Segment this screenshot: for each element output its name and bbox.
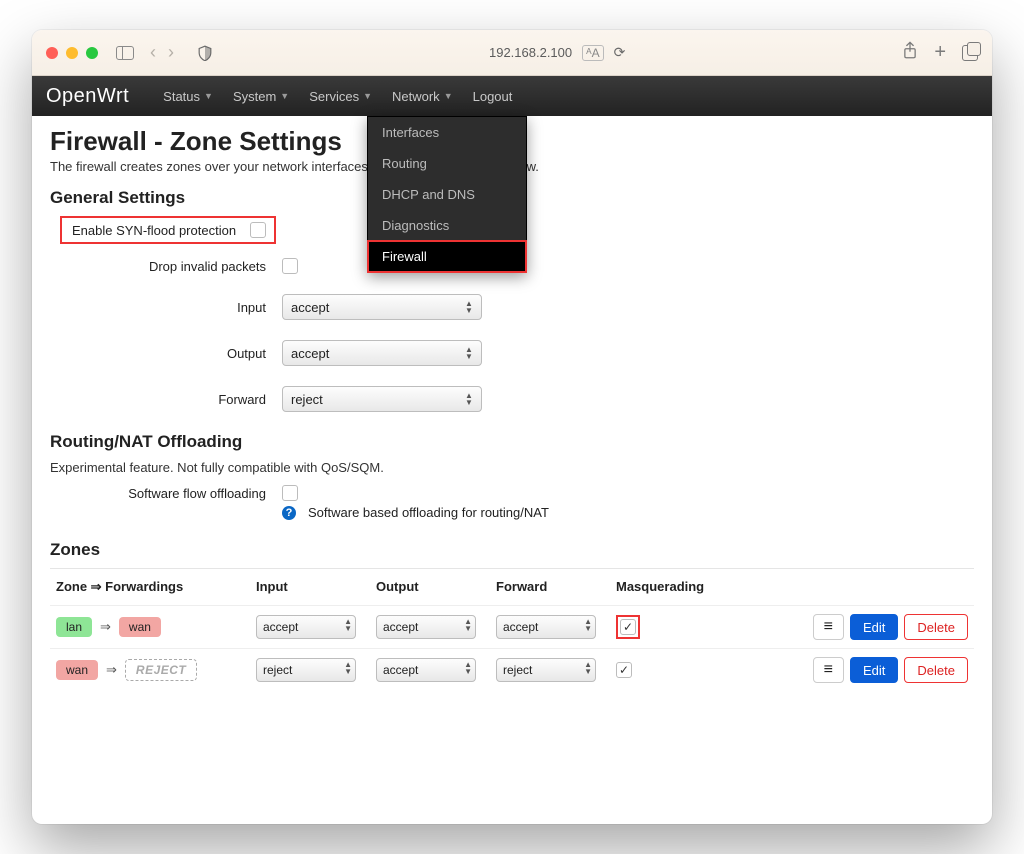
col-masq: Masquerading [616,579,726,595]
zone-output-select[interactable]: accept▲▼ [376,658,476,682]
col-input: Input [256,579,376,595]
select-arrows-icon: ▲▼ [461,298,477,316]
chevron-down-icon: ▼ [363,91,372,101]
address-bar[interactable]: 192.168.2.100 ᴬA ⟳ [220,44,894,61]
url-text: 192.168.2.100 [489,45,572,60]
output-select[interactable]: accept ▲▼ [282,340,482,366]
output-label: Output [50,346,282,361]
sfo-label: Software flow offloading [50,486,282,501]
share-icon[interactable] [902,41,918,64]
dropdown-routing[interactable]: Routing [368,148,526,179]
zone-input-select[interactable]: reject▲▼ [256,658,356,682]
select-arrows-icon: ▲▼ [584,661,592,675]
dropdown-dhcp-dns[interactable]: DHCP and DNS [368,179,526,210]
arrow-right-icon: ⇒ [106,662,117,678]
edit-button[interactable]: Edit [850,614,898,640]
dropdown-diagnostics[interactable]: Diagnostics [368,210,526,241]
masquerading-checkbox[interactable] [616,662,632,678]
syn-flood-checkbox[interactable] [250,222,266,238]
offload-sub: Experimental feature. Not fully compatib… [50,460,974,475]
traffic-lights [46,47,98,59]
dropdown-firewall[interactable]: Firewall [368,241,526,272]
col-forward: Forward [496,579,616,595]
reload-icon[interactable]: ⟳ [614,44,626,61]
drop-invalid-checkbox[interactable] [282,258,298,274]
forward-select-value: reject [291,392,323,407]
minimize-window-icon[interactable] [66,47,78,59]
info-icon: ? [282,506,296,520]
nav-system[interactable]: System▼ [223,76,299,116]
network-dropdown: Interfaces Routing DHCP and DNS Diagnost… [367,116,527,273]
masquerading-checkbox[interactable] [620,619,636,635]
chevron-down-icon: ▼ [444,91,453,101]
syn-flood-highlight: Enable SYN-flood protection [60,216,276,244]
forward-label: Forward [50,392,282,407]
chevron-down-icon: ▼ [204,91,213,101]
select-arrows-icon: ▲▼ [461,390,477,408]
col-output: Output [376,579,496,595]
zone-input-select[interactable]: accept▲▼ [256,615,356,639]
nav-services[interactable]: Services▼ [299,76,382,116]
select-arrows-icon: ▲▼ [461,344,477,362]
nav-arrows: ‹ › [150,42,174,63]
row-menu-button[interactable]: ≡ [813,657,844,683]
zones-table-header: Zone ⇒ Forwardings Input Output Forward … [50,569,974,605]
browser-chrome: ‹ › 192.168.2.100 ᴬA ⟳ + [32,30,992,76]
shield-icon[interactable] [198,45,212,61]
nav-logout[interactable]: Logout [463,76,523,116]
forward-select[interactable]: reject ▲▼ [282,386,482,412]
new-tab-icon[interactable]: + [934,41,946,64]
arrow-right-icon: ⇒ [100,619,111,635]
sidebar-toggle-icon[interactable] [116,46,134,60]
brand[interactable]: OpenWrt [46,85,129,108]
zone-from-tag: lan [56,617,92,637]
sfo-checkbox[interactable] [282,485,298,501]
zone-from-tag: wan [56,660,98,680]
syn-flood-label: Enable SYN-flood protection [66,223,250,238]
maximize-window-icon[interactable] [86,47,98,59]
chevron-down-icon: ▼ [280,91,289,101]
nav-status[interactable]: Status▼ [153,76,223,116]
browser-window: ‹ › 192.168.2.100 ᴬA ⟳ + OpenWrt Status▼… [32,30,992,824]
section-offload-heading: Routing/NAT Offloading [50,432,974,452]
table-row: wan ⇒ REJECT reject▲▼ accept▲▼ reject▲▼ ≡EditD… [50,648,974,691]
col-zone: Zone ⇒ Forwardings [56,579,256,595]
edit-button[interactable]: Edit [850,657,898,683]
forward-icon[interactable]: › [168,42,174,63]
select-arrows-icon: ▲▼ [464,618,472,632]
nav-network[interactable]: Network▼ [382,76,463,116]
close-window-icon[interactable] [46,47,58,59]
sfo-help: Software based offloading for routing/NA… [308,505,549,520]
toolbar-right: + [902,41,978,64]
app-navbar: OpenWrt Status▼ System▼ Services▼ Networ… [32,76,992,116]
select-arrows-icon: ▲▼ [464,661,472,675]
zone-forward-select[interactable]: accept▲▼ [496,615,596,639]
select-arrows-icon: ▲▼ [344,661,352,675]
zone-to-tag: REJECT [125,659,197,681]
row-menu-button[interactable]: ≡ [813,614,844,640]
zone-output-select[interactable]: accept▲▼ [376,615,476,639]
delete-button[interactable]: Delete [904,614,968,640]
translate-icon[interactable]: ᴬA [582,45,603,61]
delete-button[interactable]: Delete [904,657,968,683]
masq-highlight [616,615,640,639]
select-arrows-icon: ▲▼ [584,618,592,632]
drop-invalid-label: Drop invalid packets [50,259,282,274]
section-zones-heading: Zones [50,540,974,560]
zone-to-tag: wan [119,617,161,637]
input-select-value: accept [291,300,329,315]
back-icon[interactable]: ‹ [150,42,156,63]
table-row: lan ⇒ wan accept▲▼ accept▲▼ accept▲▼ ≡EditDele… [50,605,974,648]
output-select-value: accept [291,346,329,361]
input-select[interactable]: accept ▲▼ [282,294,482,320]
tabs-overview-icon[interactable] [962,45,978,61]
input-label: Input [50,300,282,315]
select-arrows-icon: ▲▼ [344,618,352,632]
dropdown-interfaces[interactable]: Interfaces [368,117,526,148]
zone-forward-select[interactable]: reject▲▼ [496,658,596,682]
